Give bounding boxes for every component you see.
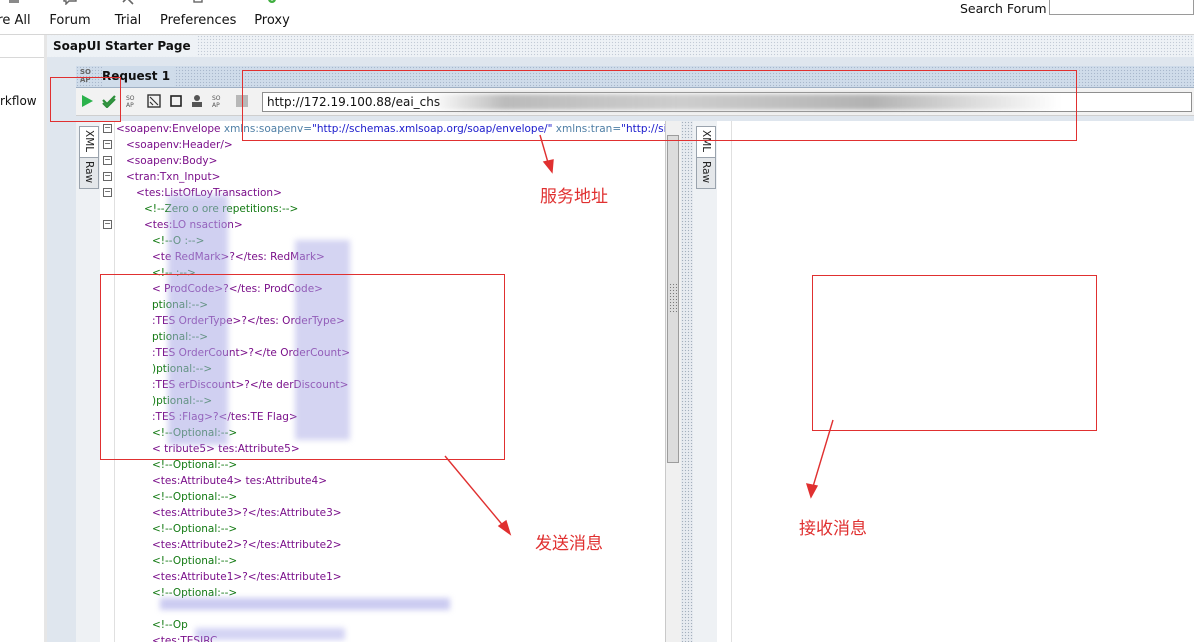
annotation-receive-message: 接收消息 [799, 519, 867, 539]
annotation-service-address: 服务地址 [540, 187, 608, 207]
annotation-send-message: 发送消息 [535, 534, 603, 554]
